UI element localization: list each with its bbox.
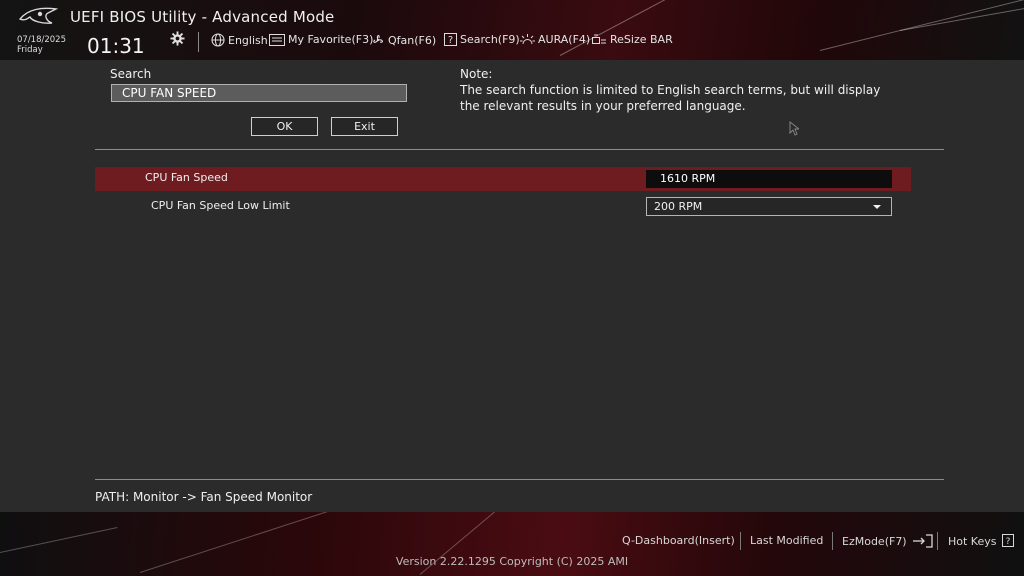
date-text: 07/18/2025 [17, 35, 66, 45]
fan-icon [373, 35, 383, 43]
globe-icon [211, 33, 225, 47]
day-text: Friday [17, 45, 43, 55]
clock-time: 01:31 [87, 34, 145, 58]
aura-label: AURA(F4) [538, 33, 591, 46]
aura-light-icon [520, 34, 535, 45]
bios-screen: UEFI BIOS Utility - Advanced Mode 07/18/… [0, 0, 1024, 576]
decorative-streak [899, 2, 1024, 31]
note-text: The search function is limited to Englis… [460, 83, 881, 113]
gear-icon[interactable] [170, 31, 185, 46]
result-label: CPU Fan Speed [145, 171, 228, 184]
exit-arrow-icon [913, 534, 933, 548]
decorative-streak [0, 527, 118, 553]
low-limit-dropdown[interactable]: 200 RPM [646, 197, 892, 216]
search-toolbar-button[interactable]: ? Search(F9) [444, 33, 520, 46]
main-panel: Search CPU FAN SPEED OK Exit Note: The s… [0, 60, 1024, 512]
my-favorite-button[interactable]: My Favorite(F3) [269, 33, 373, 46]
favorite-list-icon [269, 33, 285, 46]
resize-bar-label: ReSize BAR [610, 33, 673, 46]
result-label: CPU Fan Speed Low Limit [151, 199, 290, 212]
app-title: UEFI BIOS Utility - Advanced Mode [70, 8, 335, 26]
date-display: 07/18/2025 Friday [17, 35, 66, 55]
header-bar: UEFI BIOS Utility - Advanced Mode 07/18/… [0, 0, 1024, 60]
language-label: English [228, 33, 268, 47]
footer-divider [832, 532, 833, 550]
language-button[interactable]: English [211, 33, 268, 47]
divider [95, 149, 944, 150]
version-text: Version 2.22.1295 Copyright (C) 2025 AMI [395, 555, 629, 568]
ezmode-label: EzMode(F7) [842, 535, 907, 548]
qfan-label: Qfan(F6) [388, 33, 437, 47]
qfan-button[interactable]: Qfan(F6) [371, 33, 436, 47]
search-help-icon: ? [444, 33, 457, 46]
result-row-cpu-fan-speed-low-limit[interactable]: CPU Fan Speed Low Limit 200 RPM [95, 195, 911, 219]
path-breadcrumb: PATH: Monitor -> Fan Speed Monitor [95, 490, 313, 504]
svg-text:?: ? [448, 35, 453, 46]
last-modified-button[interactable]: Last Modified [750, 534, 823, 547]
ok-button[interactable]: OK [251, 117, 318, 136]
footer-bar: Q-Dashboard(Insert) Last Modified EzMode… [0, 512, 1024, 576]
exit-button[interactable]: Exit [331, 117, 398, 136]
mouse-cursor-icon [789, 121, 799, 136]
divider [95, 479, 944, 480]
hot-keys-button[interactable]: Hot Keys ? [948, 534, 1014, 548]
resize-bar-button[interactable]: ReSize BAR [592, 33, 673, 46]
help-icon: ? [1002, 534, 1014, 547]
footer-divider [937, 532, 938, 550]
q-dashboard-button[interactable]: Q-Dashboard(Insert) [622, 534, 735, 547]
search-label: Search [110, 67, 152, 81]
aura-button[interactable]: AURA(F4) [520, 33, 590, 46]
dropdown-selected-value: 200 RPM [654, 200, 703, 213]
search-toolbar-label: Search(F9) [460, 33, 520, 46]
result-row-cpu-fan-speed[interactable]: CPU Fan Speed 1610 RPM [95, 167, 911, 191]
resize-bar-icon [592, 34, 606, 44]
svg-text:?: ? [1006, 537, 1011, 547]
search-input[interactable]: CPU FAN SPEED [111, 84, 407, 102]
note-title: Note: [460, 67, 493, 81]
hot-keys-label: Hot Keys [948, 535, 997, 548]
cpu-fan-speed-value: 1610 RPM [646, 170, 892, 188]
caret-down-icon [873, 205, 881, 209]
footer-divider [740, 532, 741, 550]
my-favorite-label: My Favorite(F3) [288, 33, 374, 46]
decorative-streak [559, 0, 737, 56]
toolbar-divider [198, 32, 199, 52]
ezmode-button[interactable]: EzMode(F7) [842, 534, 934, 548]
rog-logo-icon [18, 7, 58, 24]
